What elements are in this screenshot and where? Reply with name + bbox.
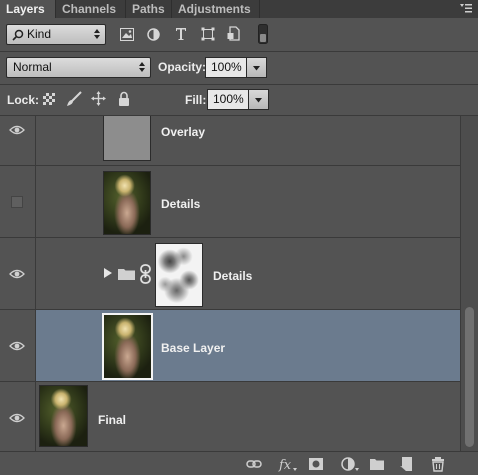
adjustment-filter-icon[interactable] — [147, 28, 160, 41]
layers-scrollbar[interactable] — [460, 116, 478, 451]
fill-input[interactable]: 100% — [207, 89, 249, 110]
expand-triangle-icon[interactable] — [104, 268, 112, 278]
layers-panel: Layers Channels Paths Adjustments Kind N… — [0, 0, 478, 475]
divider — [0, 51, 478, 52]
chevron-down-icon — [253, 66, 260, 71]
visibility-column — [0, 166, 36, 237]
lock-position-icon[interactable] — [91, 91, 106, 106]
visibility-column — [0, 116, 36, 165]
layer-row-final[interactable]: Final — [0, 382, 460, 451]
shape-filter-icon[interactable] — [201, 27, 215, 41]
visibility-column — [0, 310, 36, 381]
tab-paths[interactable]: Paths — [126, 0, 172, 18]
panel-tab-bar: Layers Channels Paths Adjustments — [0, 0, 478, 18]
tab-layers[interactable]: Layers — [0, 0, 56, 18]
filter-toggle-icon[interactable] — [258, 24, 268, 44]
layer-thumbnail — [103, 171, 151, 235]
blend-mode-value: Normal — [13, 60, 52, 74]
lock-transparent-icon[interactable] — [43, 93, 55, 105]
eye-icon[interactable] — [9, 341, 25, 351]
delete-icon[interactable] — [430, 456, 446, 472]
visibility-toggle[interactable] — [11, 196, 23, 208]
layers-list: Overlay Details Details Base Layer Final — [0, 116, 460, 451]
lock-label: Lock: — [7, 93, 40, 107]
eye-icon[interactable] — [9, 269, 25, 279]
layer-name: Final — [98, 413, 127, 427]
tab-channels[interactable]: Channels — [56, 0, 126, 18]
layer-row-details[interactable]: Details — [0, 166, 460, 238]
chevron-down-icon — [255, 98, 262, 103]
tab-adjustments[interactable]: Adjustments — [172, 0, 260, 18]
link-layers-icon[interactable] — [246, 456, 262, 472]
panel-menu-icon[interactable] — [460, 3, 472, 13]
layer-name: Overlay — [161, 125, 206, 139]
layers-footer: fx — [0, 451, 478, 475]
fx-icon[interactable]: fx — [278, 456, 298, 472]
layer-row-details-group[interactable]: Details — [0, 238, 460, 310]
layer-row-base-layer[interactable]: Base Layer — [0, 310, 460, 382]
link-icon[interactable] — [140, 264, 151, 284]
add-mask-icon[interactable] — [308, 456, 324, 472]
eye-icon[interactable] — [9, 413, 25, 423]
layer-thumbnail — [39, 385, 88, 447]
lock-image-pixels-icon[interactable] — [66, 91, 82, 107]
layer-mask-thumbnail[interactable] — [155, 243, 203, 307]
fill-slider-button[interactable] — [249, 89, 269, 110]
layer-row-overlay[interactable]: Overlay — [0, 116, 460, 166]
dropdown-arrows-icon — [94, 29, 100, 39]
lock-all-icon[interactable] — [118, 91, 130, 106]
eye-icon[interactable] — [9, 125, 25, 135]
dropdown-arrows-icon — [139, 62, 145, 72]
folder-icon — [118, 269, 135, 280]
visibility-column — [0, 382, 36, 451]
svg-text:fx: fx — [278, 458, 292, 472]
smart-object-filter-icon[interactable] — [227, 26, 241, 42]
layer-name: Details — [213, 269, 253, 283]
filter-kind-label: Kind — [27, 27, 52, 41]
opacity-input[interactable]: 100% — [205, 57, 247, 78]
image-filter-icon[interactable] — [120, 28, 134, 41]
blend-mode-dropdown[interactable]: Normal — [6, 57, 151, 78]
filter-kind-dropdown[interactable]: Kind — [6, 24, 106, 45]
divider — [0, 84, 478, 85]
search-icon — [12, 29, 24, 41]
layer-thumbnail — [103, 116, 151, 161]
opacity-slider-button[interactable] — [247, 57, 267, 78]
layer-name: Base Layer — [161, 341, 226, 355]
new-layer-icon[interactable] — [399, 456, 415, 472]
type-filter-icon[interactable] — [175, 27, 187, 41]
layer-name: Details — [161, 197, 201, 211]
adjustment-layer-icon[interactable] — [340, 456, 360, 472]
fill-label: Fill: — [185, 93, 207, 107]
visibility-column — [0, 238, 36, 309]
scrollbar-thumb[interactable] — [465, 307, 474, 447]
opacity-label: Opacity: — [158, 60, 207, 74]
layer-thumbnail — [102, 313, 153, 380]
new-group-icon[interactable] — [369, 456, 385, 472]
